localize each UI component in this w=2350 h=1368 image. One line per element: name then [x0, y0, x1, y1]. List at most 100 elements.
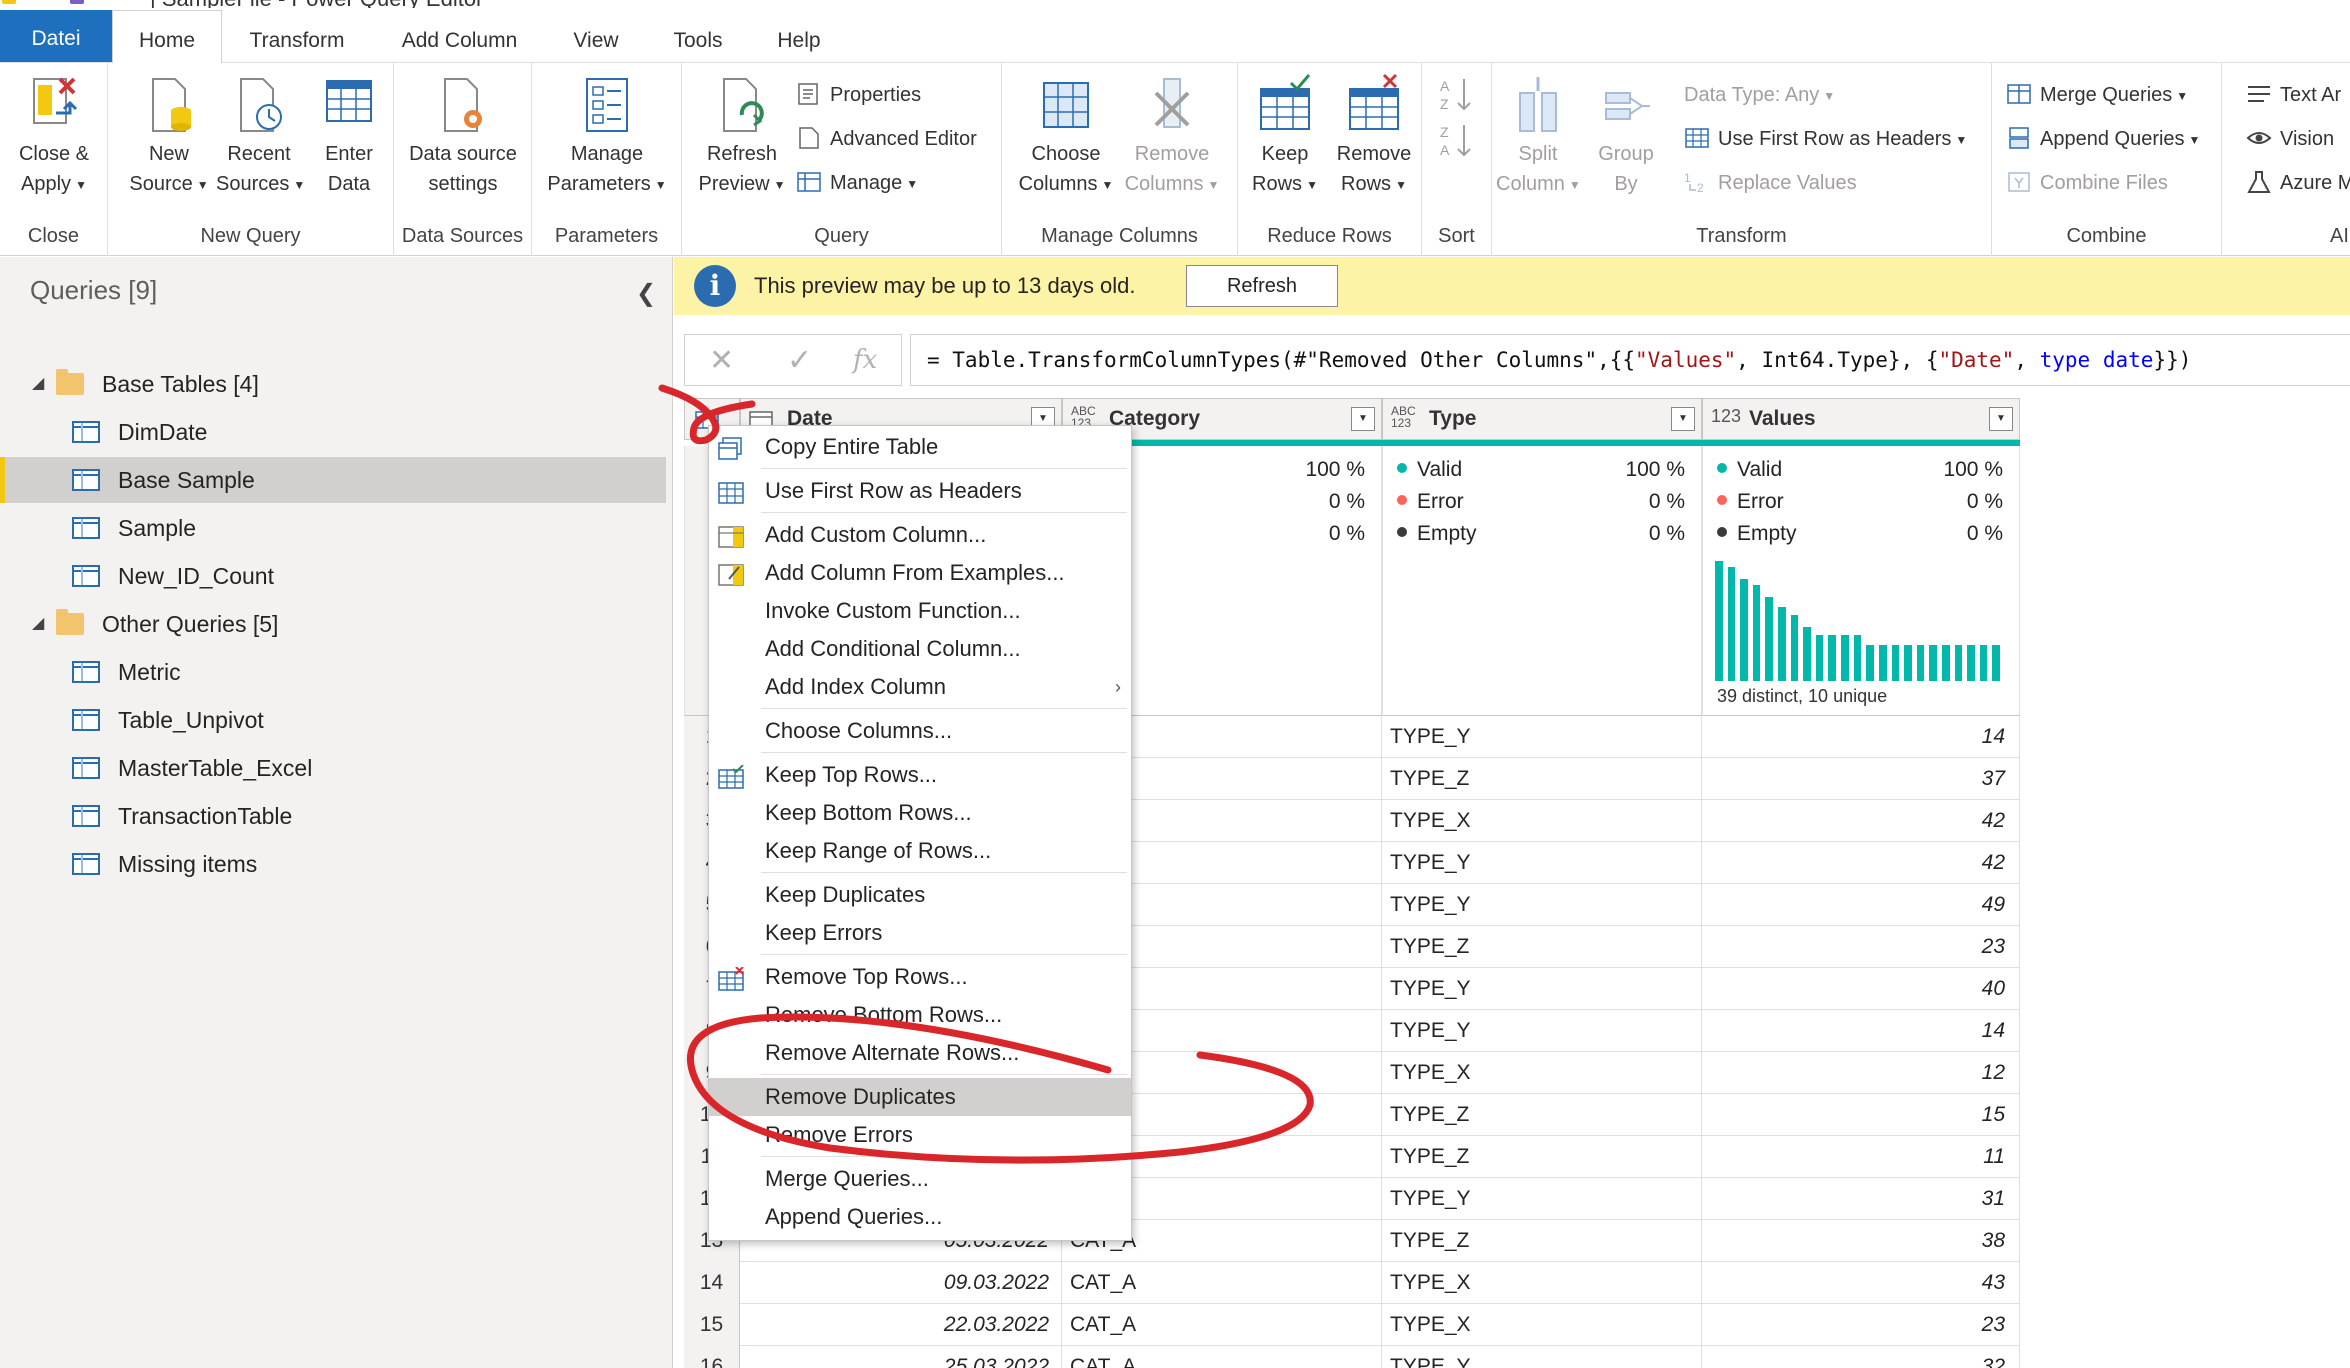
date-cell[interactable]: 25.03.2022	[740, 1346, 1062, 1368]
query-item-mastertable-excel[interactable]: MasterTable_Excel	[0, 745, 666, 791]
values-cell[interactable]: 49	[1702, 884, 2020, 926]
close-apply-button[interactable]: Close & Apply ▼	[8, 73, 100, 200]
query-item-sample[interactable]: Sample	[0, 505, 666, 551]
type-cell[interactable]: TYPE_Y	[1382, 884, 1702, 926]
type-cell[interactable]: TYPE_Z	[1382, 1136, 1702, 1178]
values-cell[interactable]: 31	[1702, 1178, 2020, 1220]
combine-files-button[interactable]: Combine Files	[2006, 167, 2168, 199]
menu-item-merge-queries[interactable]: Merge Queries...	[709, 1160, 1131, 1198]
type-cell[interactable]: TYPE_Y	[1382, 842, 1702, 884]
refresh-button[interactable]: Refresh	[1186, 265, 1338, 307]
refresh-preview-button[interactable]: Refresh Preview ▼	[692, 73, 792, 200]
query-item-base-sample[interactable]: Base Sample	[0, 457, 666, 503]
menu-item-keep-errors[interactable]: Keep Errors	[709, 914, 1131, 952]
column-header-type[interactable]: ABC 123 Type ▼	[1382, 398, 1702, 440]
vision-button[interactable]: Vision	[2246, 123, 2334, 155]
menu-item-remove-alternate-rows[interactable]: Remove Alternate Rows...	[709, 1034, 1131, 1072]
menu-item-add-custom-column[interactable]: Add Custom Column...	[709, 516, 1131, 554]
values-cell[interactable]: 23	[1702, 1304, 2020, 1346]
histogram-bar[interactable]	[1790, 615, 1799, 681]
query-item-new-id-count[interactable]: New_ID_Count	[0, 553, 666, 599]
values-cell[interactable]: 37	[1702, 758, 2020, 800]
histogram-bar[interactable]	[1866, 645, 1874, 681]
sort-ascending-button[interactable]: AZ	[1440, 75, 1472, 112]
type-cell[interactable]: TYPE_Y	[1382, 716, 1702, 758]
histogram-bar[interactable]	[1979, 645, 1988, 681]
type-cell[interactable]: TYPE_Y	[1382, 1010, 1702, 1052]
sort-descending-button[interactable]: ZA	[1440, 121, 1472, 158]
tab-transform[interactable]: Transform	[232, 8, 362, 63]
row-index-cell[interactable]: 16	[684, 1346, 740, 1368]
column-filter-dropdown-icon[interactable]: ▼	[1351, 407, 1375, 431]
type-cell[interactable]: TYPE_X	[1382, 1304, 1702, 1346]
expand-triangle-icon[interactable]: ◢	[32, 361, 44, 407]
type-cell[interactable]: TYPE_Y	[1382, 968, 1702, 1010]
tab-add-column[interactable]: Add Column	[382, 8, 537, 63]
azure-ml-button[interactable]: Azure M	[2246, 167, 2350, 199]
table-row[interactable]: 15 22.03.2022 CAT_A TYPE_X 23	[684, 1304, 2020, 1346]
column-filter-dropdown-icon[interactable]: ▼	[1989, 407, 2013, 431]
values-cell[interactable]: 14	[1702, 716, 2020, 758]
menu-item-keep-bottom-rows[interactable]: Keep Bottom Rows...	[709, 794, 1131, 832]
values-cell[interactable]: 38	[1702, 1220, 2020, 1262]
column-filter-dropdown-icon[interactable]: ▼	[1671, 407, 1695, 431]
replace-values-button[interactable]: 1 2 Replace Values	[1684, 167, 1857, 199]
tab-home[interactable]: Home	[112, 10, 222, 64]
values-cell[interactable]: 40	[1702, 968, 2020, 1010]
keep-rows-button[interactable]: Keep Rows ▼	[1240, 73, 1330, 200]
remove-rows-button[interactable]: Remove Rows ▼	[1328, 73, 1420, 200]
expand-triangle-icon[interactable]: ◢	[32, 601, 44, 647]
values-cell[interactable]: 42	[1702, 842, 2020, 884]
tab-help[interactable]: Help	[758, 8, 840, 63]
value-distribution-histogram[interactable]	[1715, 561, 2005, 681]
values-cell[interactable]: 15	[1702, 1094, 2020, 1136]
menu-item-keep-duplicates[interactable]: Keep Duplicates	[709, 876, 1131, 914]
recent-sources-button[interactable]: Recent Sources ▼	[216, 73, 305, 200]
new-source-button[interactable]: New Source ▼	[126, 73, 212, 200]
manage-button[interactable]: Manage ▼	[796, 167, 918, 199]
histogram-bar[interactable]	[1891, 645, 1900, 681]
cancel-formula-icon[interactable]: ✕	[709, 343, 734, 378]
menu-item-use-first-row-as-headers[interactable]: Use First Row as Headers	[709, 472, 1131, 510]
collapse-pane-icon[interactable]: ❮	[636, 279, 656, 308]
values-cell[interactable]: 11	[1702, 1136, 2020, 1178]
enter-data-button[interactable]: Enter Data	[306, 73, 392, 199]
histogram-bar[interactable]	[1878, 645, 1887, 681]
tab-file[interactable]: Datei	[0, 10, 112, 62]
menu-item-remove-errors[interactable]: Remove Errors	[709, 1116, 1131, 1154]
query-folder-base-tables[interactable]: ◢ Base Tables [4]	[0, 361, 666, 407]
histogram-bar[interactable]	[1715, 561, 1723, 681]
histogram-bar[interactable]	[1992, 645, 2000, 681]
use-first-row-headers-button[interactable]: Use First Row as Headers ▼	[1684, 123, 1967, 155]
fx-icon[interactable]: fx	[853, 345, 877, 375]
commit-formula-icon[interactable]: ✓	[787, 343, 812, 378]
query-folder-other-queries[interactable]: ◢ Other Queries [5]	[0, 601, 666, 647]
type-cell[interactable]: TYPE_Z	[1382, 758, 1702, 800]
type-cell[interactable]: TYPE_X	[1382, 1262, 1702, 1304]
histogram-bar[interactable]	[1841, 635, 1849, 681]
append-queries-button[interactable]: Append Queries ▼	[2006, 123, 2200, 155]
merge-queries-button[interactable]: Merge Queries ▼	[2006, 79, 2188, 111]
table-row[interactable]: 16 25.03.2022 CAT_A TYPE_Y 32	[684, 1346, 2020, 1368]
menu-item-invoke-custom-function[interactable]: Invoke Custom Function...	[709, 592, 1131, 630]
data-source-settings-button[interactable]: Data source settings	[400, 73, 526, 199]
type-cell[interactable]: TYPE_Z	[1382, 1220, 1702, 1262]
menu-item-keep-top-rows[interactable]: Keep Top Rows...	[709, 756, 1131, 794]
category-cell[interactable]: CAT_A	[1062, 1262, 1382, 1304]
histogram-bar[interactable]	[1967, 645, 1975, 681]
query-item-dimdate[interactable]: DimDate	[0, 409, 666, 455]
histogram-bar[interactable]	[1904, 645, 1912, 681]
histogram-bar[interactable]	[1803, 627, 1811, 681]
query-item-transactiontable[interactable]: TransactionTable	[0, 793, 666, 839]
histogram-bar[interactable]	[1752, 585, 1761, 681]
histogram-bar[interactable]	[1929, 645, 1937, 681]
type-cell[interactable]: TYPE_Z	[1382, 926, 1702, 968]
split-column-button[interactable]: Split Column ▼	[1496, 73, 1581, 200]
values-cell[interactable]: 42	[1702, 800, 2020, 842]
type-cell[interactable]: TYPE_X	[1382, 1052, 1702, 1094]
tab-view[interactable]: View	[556, 8, 636, 63]
category-cell[interactable]: CAT_A	[1062, 1346, 1382, 1368]
type-cell[interactable]: TYPE_Z	[1382, 1094, 1702, 1136]
text-analytics-button[interactable]: Text Ar	[2246, 79, 2341, 111]
histogram-bar[interactable]	[1727, 567, 1736, 681]
